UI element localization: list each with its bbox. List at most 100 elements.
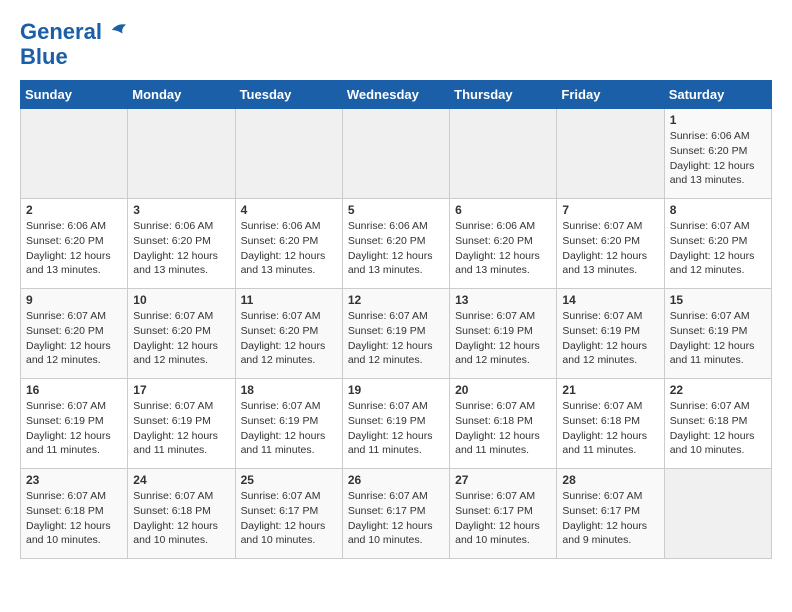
day-info: Sunrise: 6:06 AM Sunset: 6:20 PM Dayligh…: [133, 219, 229, 278]
logo-blue: Blue: [20, 44, 68, 70]
calendar-table: SundayMondayTuesdayWednesdayThursdayFrid…: [20, 80, 772, 559]
day-info: Sunrise: 6:07 AM Sunset: 6:17 PM Dayligh…: [455, 489, 551, 548]
header-cell-sunday: Sunday: [21, 81, 128, 109]
day-number: 7: [562, 203, 658, 217]
day-number: 11: [241, 293, 337, 307]
day-cell: 6Sunrise: 6:06 AM Sunset: 6:20 PM Daylig…: [450, 199, 557, 289]
day-number: 18: [241, 383, 337, 397]
day-number: 13: [455, 293, 551, 307]
day-info: Sunrise: 6:07 AM Sunset: 6:18 PM Dayligh…: [562, 399, 658, 458]
day-cell: [235, 109, 342, 199]
day-number: 5: [348, 203, 444, 217]
day-cell: 12 Sunrise: 6:07 AM Sunset: 6:19 PM Dayli…: [342, 289, 449, 379]
day-cell: 24 Sunrise: 6:07 AM Sunset: 6:18 PM Dayli…: [128, 469, 235, 559]
header-cell-thursday: Thursday: [450, 81, 557, 109]
day-info: Sunrise: 6:07 AM Sunset: 6:19 PM Dayligh…: [562, 309, 658, 368]
day-info: Sunrise: 6:07 AM Sunset: 6:18 PM Dayligh…: [133, 489, 229, 548]
day-number: 25: [241, 473, 337, 487]
day-number: 2: [26, 203, 122, 217]
day-number: 8: [670, 203, 766, 217]
day-number: 19: [348, 383, 444, 397]
day-cell: 2 Sunrise: 6:06 AM Sunset: 6:20 PM Daylig…: [21, 199, 128, 289]
day-info: Sunrise: 6:07 AM Sunset: 6:20 PM Dayligh…: [562, 219, 658, 278]
day-info: Sunrise: 6:07 AM Sunset: 6:19 PM Dayligh…: [241, 399, 337, 458]
day-cell: 18 Sunrise: 6:07 AM Sunset: 6:19 PM Dayli…: [235, 379, 342, 469]
day-cell: 19 Sunrise: 6:07 AM Sunset: 6:19 PM Dayli…: [342, 379, 449, 469]
header-cell-monday: Monday: [128, 81, 235, 109]
day-info: Sunrise: 6:07 AM Sunset: 6:20 PM Dayligh…: [133, 309, 229, 368]
day-number: 21: [562, 383, 658, 397]
day-cell: 14 Sunrise: 6:07 AM Sunset: 6:19 PM Dayli…: [557, 289, 664, 379]
day-number: 10: [133, 293, 229, 307]
day-number: 9: [26, 293, 122, 307]
day-info: Sunrise: 6:07 AM Sunset: 6:20 PM Dayligh…: [241, 309, 337, 368]
header-row: SundayMondayTuesdayWednesdayThursdayFrid…: [21, 81, 772, 109]
day-cell: 22Sunrise: 6:07 AM Sunset: 6:18 PM Dayli…: [664, 379, 771, 469]
day-number: 16: [26, 383, 122, 397]
day-info: Sunrise: 6:07 AM Sunset: 6:17 PM Dayligh…: [241, 489, 337, 548]
day-cell: 15 Sunrise: 6:07 AM Sunset: 6:19 PM Dayli…: [664, 289, 771, 379]
day-info: Sunrise: 6:07 AM Sunset: 6:17 PM Dayligh…: [562, 489, 658, 548]
day-cell: 26Sunrise: 6:07 AM Sunset: 6:17 PM Dayli…: [342, 469, 449, 559]
day-cell: 10 Sunrise: 6:07 AM Sunset: 6:20 PM Dayli…: [128, 289, 235, 379]
day-info: Sunrise: 6:07 AM Sunset: 6:19 PM Dayligh…: [455, 309, 551, 368]
day-info: Sunrise: 6:07 AM Sunset: 6:19 PM Dayligh…: [26, 399, 122, 458]
header-cell-tuesday: Tuesday: [235, 81, 342, 109]
day-number: 22: [670, 383, 766, 397]
day-info: Sunrise: 6:07 AM Sunset: 6:20 PM Dayligh…: [26, 309, 122, 368]
day-cell: [557, 109, 664, 199]
day-number: 15: [670, 293, 766, 307]
day-cell: 25 Sunrise: 6:07 AM Sunset: 6:17 PM Dayli…: [235, 469, 342, 559]
day-cell: 16 Sunrise: 6:07 AM Sunset: 6:19 PM Dayli…: [21, 379, 128, 469]
day-cell: 1 Sunrise: 6:06 AM Sunset: 6:20 PM Daylig…: [664, 109, 771, 199]
day-number: 3: [133, 203, 229, 217]
day-cell: 23Sunrise: 6:07 AM Sunset: 6:18 PM Dayli…: [21, 469, 128, 559]
day-cell: 5 Sunrise: 6:06 AM Sunset: 6:20 PM Daylig…: [342, 199, 449, 289]
day-info: Sunrise: 6:07 AM Sunset: 6:19 PM Dayligh…: [348, 399, 444, 458]
day-number: 24: [133, 473, 229, 487]
day-number: 1: [670, 113, 766, 127]
day-info: Sunrise: 6:06 AM Sunset: 6:20 PM Dayligh…: [26, 219, 122, 278]
week-row-4: 16 Sunrise: 6:07 AM Sunset: 6:19 PM Dayli…: [21, 379, 772, 469]
day-cell: 3 Sunrise: 6:06 AM Sunset: 6:20 PM Daylig…: [128, 199, 235, 289]
day-number: 17: [133, 383, 229, 397]
page-header: General Blue: [20, 20, 772, 70]
day-cell: 27 Sunrise: 6:07 AM Sunset: 6:17 PM Dayli…: [450, 469, 557, 559]
day-cell: 13 Sunrise: 6:07 AM Sunset: 6:19 PM Dayli…: [450, 289, 557, 379]
day-cell: 21 Sunrise: 6:07 AM Sunset: 6:18 PM Dayli…: [557, 379, 664, 469]
day-info: Sunrise: 6:07 AM Sunset: 6:19 PM Dayligh…: [133, 399, 229, 458]
day-cell: 4Sunrise: 6:06 AM Sunset: 6:20 PM Daylig…: [235, 199, 342, 289]
day-info: Sunrise: 6:07 AM Sunset: 6:18 PM Dayligh…: [455, 399, 551, 458]
week-row-3: 9 Sunrise: 6:07 AM Sunset: 6:20 PM Daylig…: [21, 289, 772, 379]
day-cell: [342, 109, 449, 199]
day-info: Sunrise: 6:06 AM Sunset: 6:20 PM Dayligh…: [455, 219, 551, 278]
day-number: 27: [455, 473, 551, 487]
day-info: Sunrise: 6:07 AM Sunset: 6:19 PM Dayligh…: [670, 309, 766, 368]
day-info: Sunrise: 6:07 AM Sunset: 6:17 PM Dayligh…: [348, 489, 444, 548]
day-number: 23: [26, 473, 122, 487]
day-cell: 28 Sunrise: 6:07 AM Sunset: 6:17 PM Dayli…: [557, 469, 664, 559]
day-cell: 7 Sunrise: 6:07 AM Sunset: 6:20 PM Daylig…: [557, 199, 664, 289]
day-cell: [21, 109, 128, 199]
day-info: Sunrise: 6:07 AM Sunset: 6:20 PM Dayligh…: [670, 219, 766, 278]
day-cell: 20 Sunrise: 6:07 AM Sunset: 6:18 PM Dayli…: [450, 379, 557, 469]
week-row-2: 2 Sunrise: 6:06 AM Sunset: 6:20 PM Daylig…: [21, 199, 772, 289]
day-number: 4: [241, 203, 337, 217]
day-number: 14: [562, 293, 658, 307]
logo-bird-icon: [110, 21, 128, 39]
day-number: 20: [455, 383, 551, 397]
day-info: Sunrise: 6:07 AM Sunset: 6:19 PM Dayligh…: [348, 309, 444, 368]
header-cell-saturday: Saturday: [664, 81, 771, 109]
day-cell: [664, 469, 771, 559]
logo: General Blue: [20, 20, 128, 70]
day-cell: 9 Sunrise: 6:07 AM Sunset: 6:20 PM Daylig…: [21, 289, 128, 379]
day-number: 28: [562, 473, 658, 487]
day-cell: 11 Sunrise: 6:07 AM Sunset: 6:20 PM Dayli…: [235, 289, 342, 379]
week-row-5: 23 Sunrise: 6:07 AM Sunset: 6:18 PM Dayli…: [21, 469, 772, 559]
logo-text: General: [20, 20, 128, 44]
week-row-1: 1 Sunrise: 6:06 AM Sunset: 6:20 PM Daylig…: [21, 109, 772, 199]
day-cell: 8 Sunrise: 6:07 AM Sunset: 6:20 PM Daylig…: [664, 199, 771, 289]
day-number: 12: [348, 293, 444, 307]
day-info: Sunrise: 6:06 AM Sunset: 6:20 PM Dayligh…: [348, 219, 444, 278]
day-info: Sunrise: 6:06 AM Sunset: 6:20 PM Dayligh…: [670, 129, 766, 188]
